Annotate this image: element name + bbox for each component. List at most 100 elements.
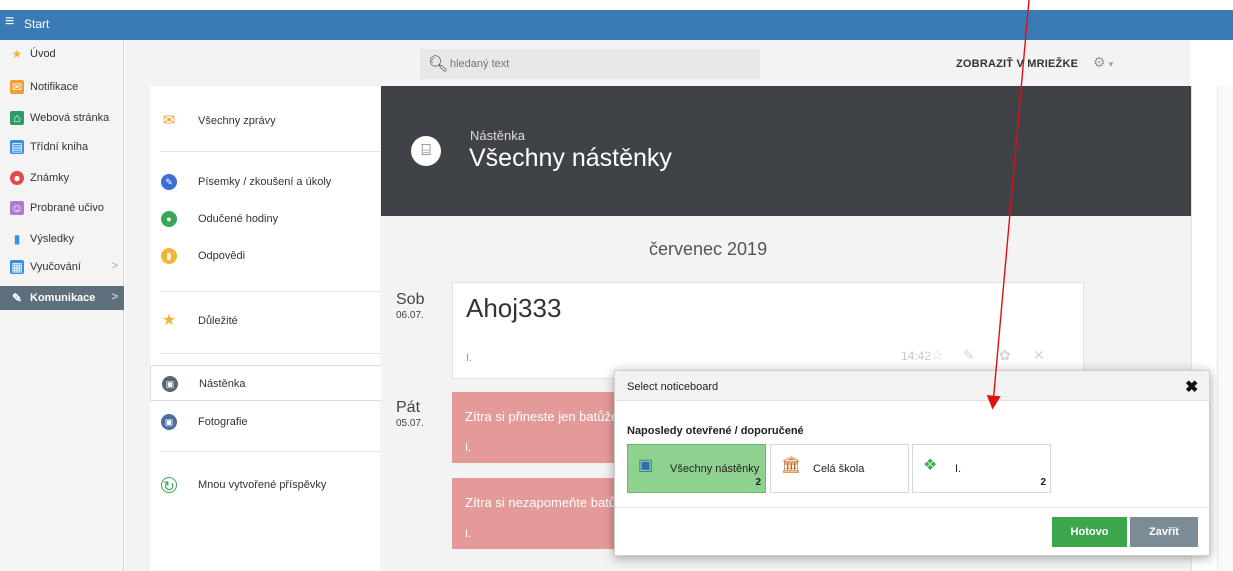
sidebar-item-probrane-ucivo[interactable]: ☺ Probrané učivo: [0, 196, 124, 220]
menu-item-label: Mnou vytvořené příspěvky: [198, 479, 327, 491]
sidebar-item-label: Úvod: [30, 48, 56, 60]
divider: [160, 151, 380, 152]
close-button[interactable]: Zavřít: [1130, 517, 1198, 547]
day-name: Pát: [396, 399, 421, 416]
day-label: Pát 05.07.: [396, 399, 424, 429]
menu-item-all-messages[interactable]: ✉ Všechny zprávy: [150, 103, 380, 139]
menu-item-label: Důležité: [198, 315, 238, 327]
sidebar: ★ Úvod ✉ Notifikace ⌂ Webová stránka ▤ T…: [0, 40, 124, 571]
post-class: I.: [465, 442, 472, 454]
option-count: 2: [1040, 477, 1046, 488]
star-icon: ★: [11, 47, 23, 61]
delete-icon[interactable]: ✕: [1033, 347, 1045, 364]
sidebar-item-komunikace[interactable]: ✎ Komunikace >: [0, 286, 124, 310]
option-whole-school[interactable]: 🏛 Celá škola: [770, 444, 909, 493]
sidebar-item-label: Vyučování: [30, 261, 81, 273]
divider: [160, 353, 380, 354]
scrollbar[interactable]: [1217, 86, 1233, 571]
sidebar-item-webova-stranka[interactable]: ⌂ Webová stránka: [0, 106, 124, 130]
sidebar-item-uvod[interactable]: ★ Úvod: [0, 42, 124, 66]
close-icon[interactable]: ✖: [1185, 377, 1198, 397]
select-noticeboard-dialog: Select noticeboard ✖ Naposledy otevřené …: [614, 370, 1210, 556]
refresh-icon: ↻: [161, 477, 177, 494]
search-box[interactable]: 🔍︎: [420, 49, 760, 79]
post-class: I.: [465, 528, 472, 540]
post-card[interactable]: Ahoj333 I. 14:42 ☆ ✎ ✿ ✕: [452, 282, 1084, 379]
app-title[interactable]: Start: [24, 17, 49, 31]
palette-icon[interactable]: ✿: [999, 347, 1011, 364]
menu-item-answers[interactable]: ▮ Odpovědi: [150, 238, 380, 274]
menu-item-label: Všechny zprávy: [198, 115, 276, 127]
divider: [160, 451, 380, 452]
sidebar-item-notifikace[interactable]: ✉ Notifikace: [0, 75, 124, 99]
gear-icon: ⚙: [1093, 54, 1106, 70]
lesson-icon: ●: [161, 211, 177, 227]
page-header: ⌸ Nástěnka Všechny nástěnky: [381, 86, 1191, 216]
noticeboard-icon: ⌸: [411, 136, 441, 166]
menu-item-label: Nástěnka: [199, 378, 246, 390]
app-window: ≡ Start ★ Úvod ✉ Notifikace ⌂ Webová str…: [0, 0, 1233, 571]
menu-item-label: Odučené hodiny: [198, 213, 279, 225]
day-name: Sob: [396, 291, 425, 308]
sidebar-item-znamky[interactable]: ● Známky: [0, 166, 124, 190]
post-title: Zítra si přineste jen batůže: [465, 409, 619, 424]
task-icon: ✎: [161, 174, 177, 190]
search-input[interactable]: [450, 55, 750, 73]
option-label: Všechny nástěnky: [670, 463, 760, 475]
school-icon: 🏛: [781, 457, 802, 474]
breadcrumb[interactable]: Nástěnka: [470, 128, 525, 143]
sidebar-item-vyucovani[interactable]: ▦ Vyučování >: [0, 255, 124, 279]
option-label: Celá škola: [813, 463, 865, 475]
grade-icon: ●: [10, 171, 24, 185]
noticeboard-icon: ▣: [162, 376, 178, 392]
post-time: 14:42: [901, 349, 932, 363]
dialog-divider: [615, 507, 1209, 508]
photo-icon: ▣: [161, 414, 177, 430]
section-heading: Naposledy otevřené / doporučené: [627, 425, 804, 437]
hamburger-menu-icon[interactable]: ≡: [5, 14, 14, 30]
settings-button[interactable]: ⚙ ▾: [1093, 54, 1113, 71]
day-label: Sob 06.07.: [396, 291, 424, 321]
menu-item-label: Fotografie: [198, 416, 248, 428]
classroom-icon: ▦: [10, 260, 24, 274]
star-icon[interactable]: ☆: [931, 347, 944, 364]
sidebar-item-vysledky[interactable]: ▮ Výsledky: [0, 227, 124, 251]
day-date: 05.07.: [396, 418, 424, 429]
month-heading: červenec 2019: [649, 239, 768, 259]
picture-icon: ▣: [638, 457, 654, 474]
option-all-noticeboards[interactable]: ▣ Všechny nástěnky 2: [627, 444, 766, 493]
menu-item-my-posts[interactable]: ↻ Mnou vytvořené příspěvky: [150, 467, 380, 503]
menu-item-noticeboard[interactable]: ▣ Nástěnka: [150, 365, 382, 401]
option-count: 2: [755, 477, 761, 488]
post-card[interactable]: Zítra si nezapomeňte batů I.: [452, 478, 632, 549]
sidebar-item-tridni-kniha[interactable]: ▤ Třídní kniha: [0, 135, 124, 159]
star-icon: ★: [161, 312, 177, 329]
sidebar-item-label: Notifikace: [30, 81, 79, 93]
menu-item-tests-tasks[interactable]: ✎ Písemky / zkoušení a úkoly: [150, 164, 380, 200]
sidebar-item-label: Webová stránka: [30, 112, 110, 124]
menu-item-photos[interactable]: ▣ Fotografie: [150, 404, 380, 440]
show-in-grid-button[interactable]: ZOBRAZIŤ V MRIEŽKE: [956, 58, 1078, 70]
post-title: Zítra si nezapomeňte batů: [465, 495, 617, 510]
day-date: 06.07.: [396, 310, 424, 321]
chevron-right-icon: >: [111, 260, 118, 272]
answers-icon: ▮: [161, 248, 177, 264]
menu-item-label: Odpovědi: [198, 250, 246, 262]
group-icon: ❖: [923, 457, 938, 474]
bar-chart-icon: ▮: [13, 232, 21, 246]
post-title: Ahoj333: [466, 293, 562, 323]
page-title: Všechny nástěnky: [469, 144, 672, 172]
done-button[interactable]: Hotovo: [1052, 517, 1127, 547]
envelope-icon: ✉: [162, 112, 176, 129]
menu-item-important[interactable]: ★ Důležité: [150, 303, 380, 339]
house-icon: ⌂: [10, 111, 24, 125]
divider: [160, 291, 380, 292]
menu-item-taught-lessons[interactable]: ● Odučené hodiny: [150, 201, 380, 237]
post-card[interactable]: Zítra si přineste jen batůže I.: [452, 392, 632, 463]
envelope-icon: ✉: [10, 80, 24, 94]
top-bar: ≡ Start: [0, 10, 1233, 40]
people-icon: ☺: [10, 201, 24, 215]
edit-icon[interactable]: ✎: [963, 347, 975, 364]
sidebar-item-label: Komunikace: [30, 292, 96, 304]
option-class-i[interactable]: ❖ I. 2: [912, 444, 1051, 493]
